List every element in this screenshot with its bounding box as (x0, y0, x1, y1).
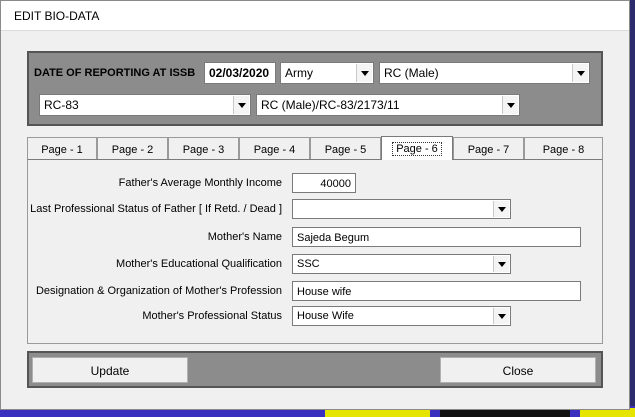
father-income-label: Father's Average Monthly Income (118, 177, 282, 189)
mother-status-label: Mother's Professional Status (142, 310, 282, 322)
reporting-date-label: DATE OF REPORTING AT ISSB (34, 67, 196, 79)
chevron-down-icon[interactable] (502, 96, 518, 114)
update-button[interactable]: Update (32, 357, 188, 383)
mother-status-select[interactable]: House Wife (292, 306, 511, 326)
reference-value: RC (Male)/RC-83/2173/11 (261, 98, 400, 112)
center-value: RC (Male) (384, 66, 439, 80)
chevron-down-icon[interactable] (356, 64, 372, 82)
center-select[interactable]: RC (Male) (379, 62, 590, 84)
background-strip (630, 0, 635, 417)
tab-label: Page - 2 (111, 144, 154, 156)
tab-label: Page - 7 (467, 144, 510, 156)
tab-page-3[interactable]: Page - 3 (168, 137, 239, 160)
mother-designation-label: Designation & Organization of Mother's P… (35, 285, 282, 297)
mother-edu-value: SSC (297, 258, 320, 270)
service-value: Army (285, 66, 313, 80)
tab-page-4[interactable]: Page - 4 (239, 137, 310, 160)
tab-label: Page - 5 (324, 144, 367, 156)
father-status-select[interactable] (292, 199, 511, 219)
rc-code-select[interactable]: RC-83 (39, 94, 251, 116)
mother-edu-select[interactable]: SSC (292, 254, 511, 274)
tab-page-7[interactable]: Page - 7 (453, 137, 524, 160)
mother-name-label: Mother's Name (207, 231, 282, 243)
tab-label: Page - 8 (542, 144, 585, 156)
mother-designation-input[interactable]: House wife (292, 281, 581, 301)
father-status-label: Last Professional Status of Father [ If … (30, 203, 282, 215)
close-button[interactable]: Close (440, 357, 596, 383)
service-select[interactable]: Army (280, 62, 374, 84)
window-title: EDIT BIO-DATA (14, 9, 100, 23)
tab-label: Page - 4 (253, 144, 296, 156)
tab-label: Page - 1 (41, 144, 83, 156)
tab-label: Page - 3 (182, 144, 225, 156)
chevron-down-icon[interactable] (572, 64, 588, 82)
tab-page-6[interactable]: Page - 6 (381, 136, 453, 160)
mother-status-value: House Wife (297, 310, 354, 322)
reference-select[interactable]: RC (Male)/RC-83/2173/11 (256, 94, 520, 116)
tab-page-2[interactable]: Page - 2 (97, 137, 168, 160)
tab-label: Page - 6 (392, 142, 442, 156)
mother-name-input[interactable]: Sajeda Begum (292, 227, 581, 247)
chevron-down-icon[interactable] (493, 308, 509, 324)
rc-code-value: RC-83 (44, 98, 79, 112)
tab-page-5[interactable]: Page - 5 (310, 137, 381, 160)
mother-edu-label: Mother's Educational Qualification (116, 258, 282, 270)
chevron-down-icon[interactable] (493, 256, 509, 272)
father-income-input[interactable]: 40000 (292, 173, 356, 193)
reporting-date-field[interactable]: 02/03/2020 (204, 62, 276, 84)
chevron-down-icon[interactable] (493, 201, 509, 217)
chevron-down-icon[interactable] (233, 96, 249, 114)
tab-page-1[interactable]: Page - 1 (27, 137, 97, 160)
tab-page-8[interactable]: Page - 8 (524, 137, 603, 160)
